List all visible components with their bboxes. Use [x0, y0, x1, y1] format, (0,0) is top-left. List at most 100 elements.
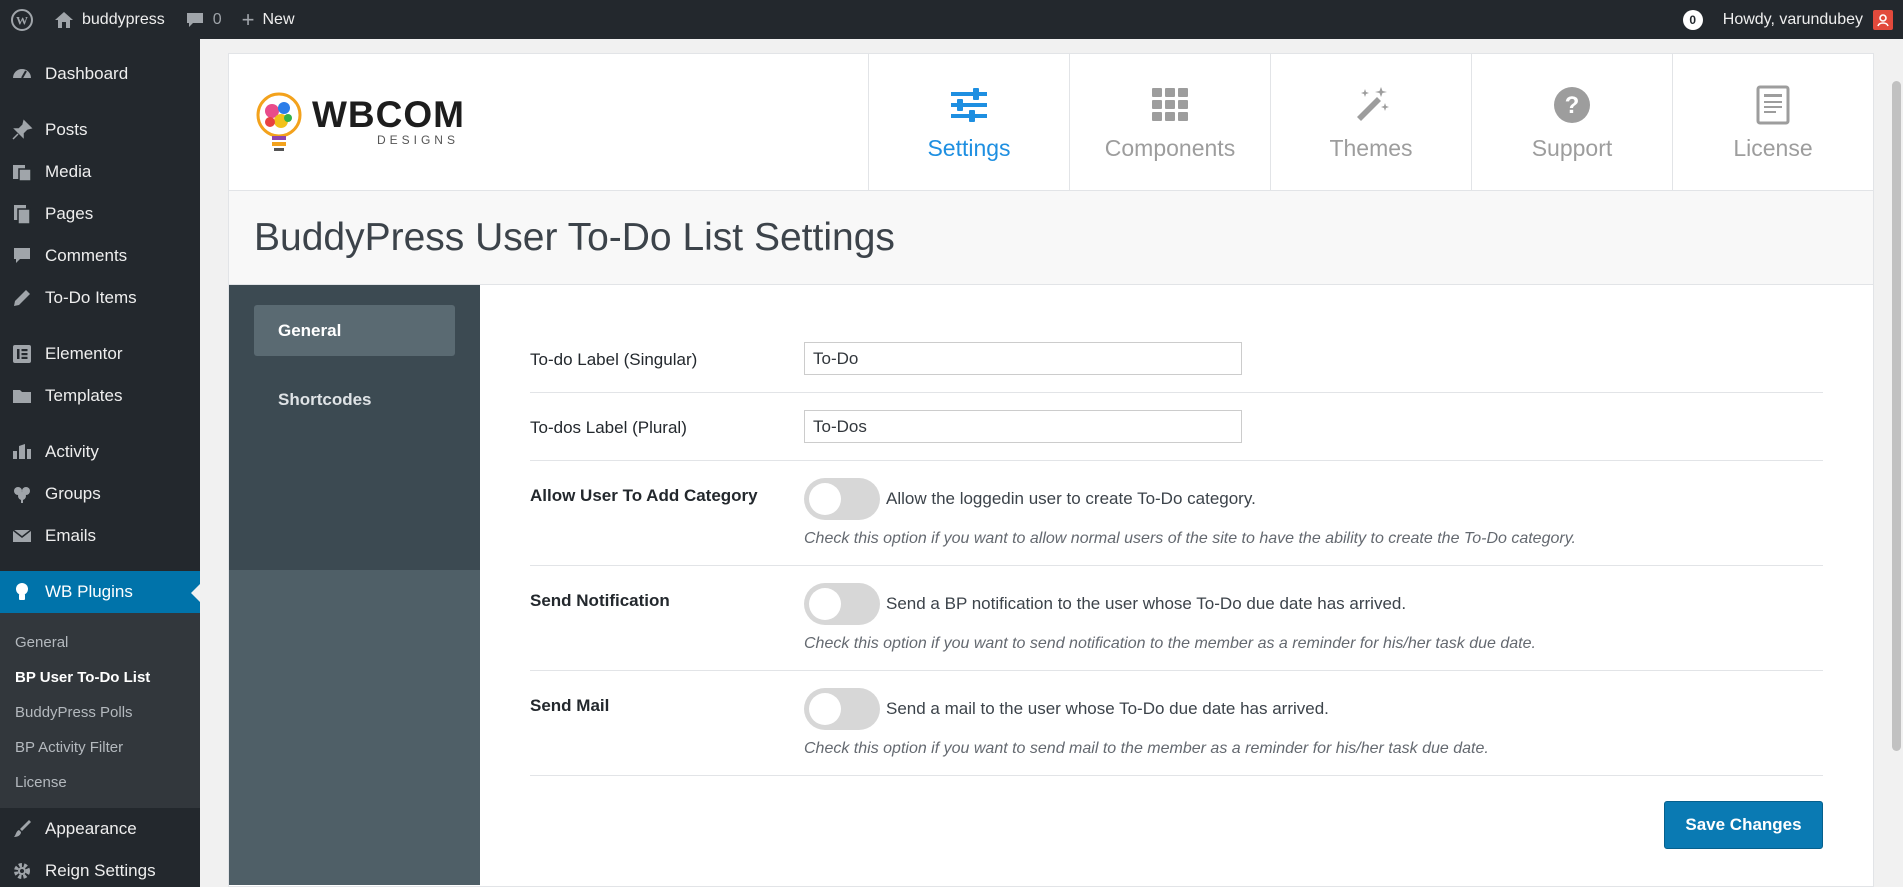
settings-content: General Shortcodes To-do Label (Singular…: [229, 285, 1873, 885]
folder-icon: [10, 384, 34, 408]
sidebar-item-label: Templates: [45, 386, 123, 405]
notification-toggle[interactable]: [804, 583, 880, 625]
sidebar-item-activity[interactable]: Activity: [0, 431, 200, 473]
site-name-link[interactable]: buddypress: [44, 0, 175, 39]
grid-icon: [1148, 83, 1192, 127]
document-icon: [1751, 83, 1795, 127]
plural-label: To-dos Label (Plural): [530, 418, 687, 437]
setting-row-notification: Send Notification Send a BP notification…: [530, 566, 1823, 671]
tab-license[interactable]: License: [1672, 54, 1873, 190]
tab-label: License: [1733, 134, 1813, 161]
mail-label: Send Mail: [530, 696, 610, 715]
tab-label: Support: [1531, 134, 1613, 161]
groups-icon: [10, 482, 34, 506]
subnav-item-shortcodes[interactable]: Shortcodes: [254, 374, 455, 425]
sidebar-item-label: Emails: [45, 526, 97, 545]
my-account-link[interactable]: Howdy, varundubey: [1713, 0, 1903, 39]
comment-icon: [10, 244, 34, 268]
greeting: Howdy, varundubey: [1722, 10, 1863, 28]
tab-support[interactable]: ? Support: [1471, 54, 1672, 190]
notification-label: Send Notification: [530, 591, 670, 610]
setting-row-category: Allow User To Add Category Allow the log…: [530, 461, 1823, 566]
sidebar-item-comments[interactable]: Comments: [0, 235, 200, 277]
page-scrollbar[interactable]: [1889, 39, 1903, 887]
wordpress-logo-icon[interactable]: W: [0, 0, 44, 39]
media-icon: [10, 160, 34, 184]
sidebar-item-media[interactable]: Media: [0, 151, 200, 193]
submenu-item-bp-user-todo-list[interactable]: BP User To-Do List: [0, 660, 200, 695]
submenu-item-buddypress-polls[interactable]: BuddyPress Polls: [0, 695, 200, 730]
page-title-bar: BuddyPress User To-Do List Settings: [229, 191, 1873, 285]
settings-form: To-do Label (Singular) To-dos Label (Plu…: [480, 285, 1873, 885]
mail-toggle-text: Send a mail to the user whose To-Do due …: [886, 699, 1329, 718]
admin-sidebar: Dashboard Posts Media Pages Comments To-…: [0, 39, 200, 887]
new-content-link[interactable]: + New: [232, 0, 305, 39]
pages-icon: [10, 202, 34, 226]
notification-description: Check this option if you want to send no…: [804, 635, 1536, 652]
sidebar-item-label: Appearance: [45, 819, 137, 838]
pin-icon: [10, 118, 34, 142]
sidebar-item-dashboard[interactable]: Dashboard: [0, 53, 200, 95]
save-changes-button[interactable]: Save Changes: [1664, 801, 1823, 849]
tab-themes[interactable]: Themes: [1270, 54, 1471, 190]
mail-description: Check this option if you want to send ma…: [804, 740, 1489, 757]
sidebar-item-wb-plugins[interactable]: WB Plugins: [0, 571, 200, 613]
setting-row-singular: To-do Label (Singular): [530, 325, 1823, 393]
tab-label: Themes: [1329, 134, 1413, 161]
sidebar-item-label: Activity: [45, 442, 99, 461]
logo-tagline: DESIGNS: [376, 133, 459, 147]
sidebar-item-todo-items[interactable]: To-Do Items: [0, 277, 200, 319]
tab-label: Settings: [927, 134, 1011, 161]
new-label: New: [262, 10, 295, 28]
sidebar-item-label: Comments: [45, 246, 128, 265]
submenu-item-license[interactable]: License: [0, 765, 200, 800]
sidebar-item-groups[interactable]: Groups: [0, 473, 200, 515]
bulb-icon: [10, 580, 34, 604]
sidebar-item-emails[interactable]: Emails: [0, 515, 200, 557]
logo-wordmark: WBCOM: [312, 94, 465, 135]
plural-label-input[interactable]: [804, 410, 1242, 443]
scrollbar-thumb[interactable]: [1892, 81, 1901, 751]
submenu-item-general[interactable]: General: [0, 625, 200, 660]
sidebar-item-posts[interactable]: Posts: [0, 109, 200, 151]
singular-label-input[interactable]: [804, 342, 1242, 375]
sidebar-item-label: Elementor: [45, 344, 123, 363]
dashboard-icon: [10, 62, 34, 86]
sidebar-item-label: Groups: [45, 484, 101, 503]
wbcom-logo: WBCOM DESIGNS: [229, 54, 868, 190]
sidebar-item-label: Dashboard: [45, 64, 129, 83]
page-title: BuddyPress User To-Do List Settings: [254, 215, 895, 259]
category-toggle-text: Allow the loggedin user to create To-Do …: [886, 489, 1256, 508]
tab-settings[interactable]: Settings: [868, 54, 1069, 190]
notifications-count: 0: [1682, 9, 1703, 30]
admin-bar: W buddypress 0 + New 0 Howdy, varundubey: [0, 0, 1903, 39]
subnav-item-general[interactable]: General: [254, 305, 455, 356]
setting-row-plural: To-dos Label (Plural): [530, 393, 1823, 461]
question-icon: ?: [1550, 83, 1594, 127]
sidebar-item-pages[interactable]: Pages: [0, 193, 200, 235]
gear-icon: [10, 859, 34, 883]
category-label: Allow User To Add Category: [530, 486, 758, 505]
brush-icon: [10, 817, 34, 841]
notifications-link[interactable]: 0: [1673, 0, 1713, 39]
comments-link[interactable]: 0: [175, 0, 232, 39]
sidebar-item-elementor[interactable]: Elementor: [0, 333, 200, 375]
sidebar-item-appearance[interactable]: Appearance: [0, 808, 200, 850]
tab-components[interactable]: Components: [1069, 54, 1270, 190]
svg-text:?: ?: [1565, 92, 1580, 119]
settings-subnav: General Shortcodes: [229, 285, 480, 885]
mail-toggle[interactable]: [804, 688, 880, 730]
comment-bubble-icon: [185, 11, 205, 29]
sidebar-item-label: Pages: [45, 204, 94, 223]
tab-label: Components: [1104, 134, 1236, 161]
sidebar-item-reign-settings[interactable]: Reign Settings: [0, 850, 200, 887]
submenu-item-bp-activity-filter[interactable]: BP Activity Filter: [0, 730, 200, 765]
svg-text:W: W: [16, 13, 28, 27]
sidebar-item-templates[interactable]: Templates: [0, 375, 200, 417]
singular-label: To-do Label (Singular): [530, 350, 698, 369]
category-toggle[interactable]: [804, 478, 880, 520]
plus-icon: +: [241, 6, 255, 32]
activity-icon: [10, 440, 34, 464]
pencil-icon: [10, 286, 34, 310]
sidebar-item-label: Posts: [45, 120, 88, 139]
